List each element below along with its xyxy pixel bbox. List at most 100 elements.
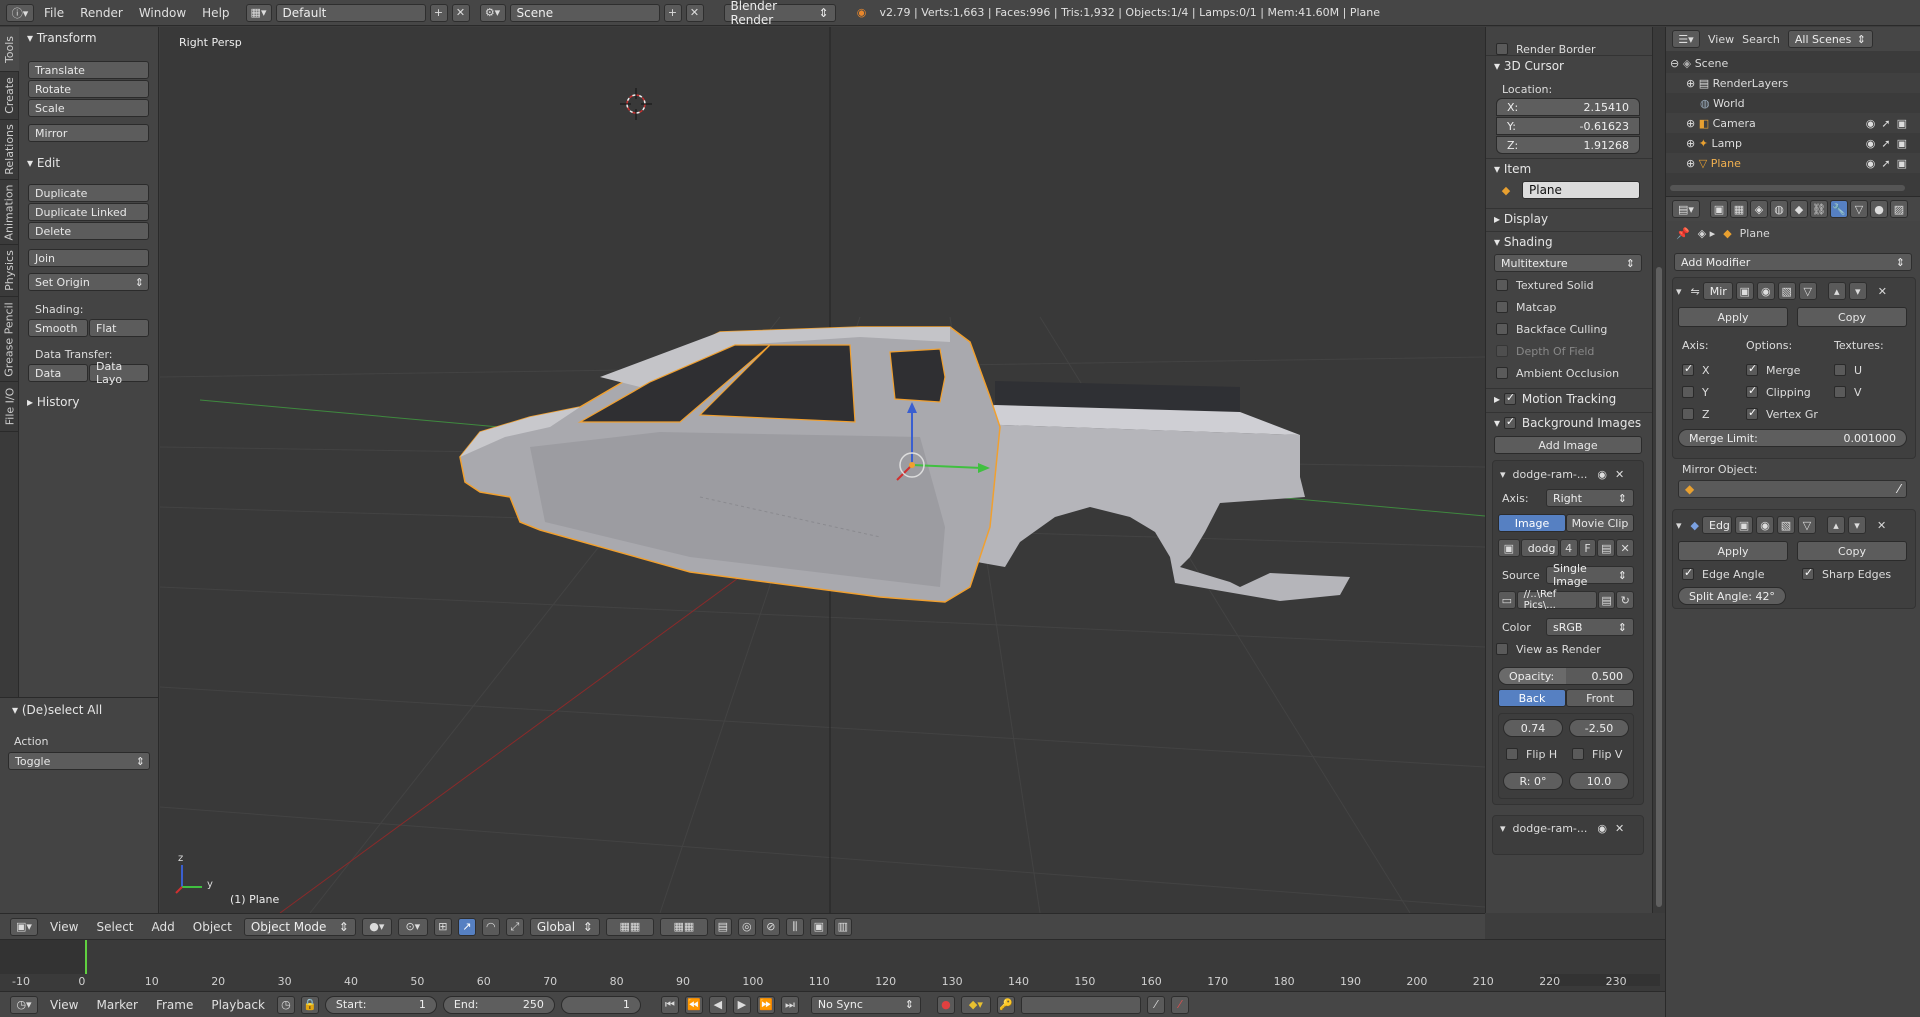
outliner-filter-select[interactable]: All Scenes ⇕ bbox=[1787, 30, 1873, 48]
collapse-icon[interactable]: ▾ bbox=[1676, 519, 1682, 532]
mirror-copy-button[interactable]: Copy bbox=[1797, 307, 1907, 327]
mirror-x-checkbox[interactable] bbox=[1682, 362, 1694, 376]
expand-icon[interactable]: ⊕ bbox=[1686, 77, 1699, 90]
keying-set-field[interactable] bbox=[1020, 995, 1141, 1014]
color-space-select[interactable]: sRGB ⇕ bbox=[1546, 618, 1634, 636]
shading-panel-header[interactable]: ▾ Shading bbox=[1486, 231, 1652, 251]
orientation-select[interactable]: Global ⇕ bbox=[529, 917, 600, 936]
cage-icon[interactable]: ▽ bbox=[1798, 516, 1816, 534]
duplicate-button[interactable]: Duplicate bbox=[28, 184, 149, 202]
record-icon[interactable]: ● bbox=[936, 995, 955, 1014]
render-border-checkbox[interactable] bbox=[1496, 43, 1508, 55]
mirror-y-checkbox[interactable] bbox=[1682, 386, 1694, 398]
expand-icon[interactable]: ⊕ bbox=[1686, 157, 1699, 170]
outliner-row-camera[interactable]: ⊕ ◧ Camera ◉➚▣ bbox=[1666, 113, 1920, 133]
mirror-z-checkbox[interactable] bbox=[1682, 408, 1694, 420]
mirror-apply-button[interactable]: Apply bbox=[1678, 307, 1788, 327]
current-frame-marker[interactable] bbox=[85, 940, 87, 974]
truck-model[interactable] bbox=[459, 326, 1350, 603]
edgesplit-copy-button[interactable]: Copy bbox=[1797, 541, 1907, 561]
outliner-editor-icon[interactable]: ☰▾ bbox=[1672, 30, 1700, 48]
3d-cursor-icon[interactable] bbox=[620, 88, 652, 120]
timeline-menu-playback[interactable]: Playback bbox=[205, 996, 271, 1014]
mirror-z-row[interactable]: Z bbox=[1682, 405, 1710, 423]
eyedropper-icon[interactable]: ⁄ bbox=[1898, 482, 1900, 496]
flat-button[interactable]: Flat bbox=[89, 319, 149, 337]
timeline-menu-view[interactable]: View bbox=[44, 996, 84, 1014]
scene-icon[interactable]: ⚙▾ bbox=[479, 3, 506, 22]
3d-cursor-panel-header[interactable]: ▾ 3D Cursor bbox=[1486, 55, 1652, 75]
timeline[interactable]: -10 0 10 20 30 40 50 60 70 80 90 100 110 120 130 140 150… bbox=[0, 939, 1665, 991]
ambient-occlusion-row[interactable]: Ambient Occlusion bbox=[1496, 364, 1619, 382]
cursor-y-field[interactable]: Y: -0.61623 bbox=[1496, 117, 1640, 135]
textured-solid-checkbox[interactable] bbox=[1496, 279, 1508, 291]
action-select[interactable]: Toggle ⇕ bbox=[8, 752, 150, 770]
tab-physics[interactable]: Physics bbox=[0, 245, 19, 297]
axis-select[interactable]: Right ⇕ bbox=[1546, 489, 1634, 507]
lock-layers-icon[interactable]: ▤ bbox=[713, 917, 732, 936]
viewport-shading-icon[interactable]: ●▾ bbox=[361, 917, 392, 936]
play-icon[interactable]: ▶ bbox=[732, 995, 751, 1014]
move-up-icon[interactable]: ▴ bbox=[1827, 516, 1845, 534]
outliner-menu-search[interactable]: Search bbox=[1742, 33, 1780, 46]
movie-clip-tab-button[interactable]: Movie Clip bbox=[1566, 514, 1634, 532]
collapse-icon[interactable]: ⊖ bbox=[1670, 57, 1683, 70]
bg-image-header[interactable]: ▾ dodge-ram-... ◉ ✕ bbox=[1500, 465, 1624, 483]
texture-v-row[interactable]: V bbox=[1834, 383, 1862, 401]
modifiers-tab-icon[interactable]: 🔧 bbox=[1830, 200, 1848, 218]
offset-x-field[interactable]: 0.74 bbox=[1503, 719, 1563, 737]
merge-checkbox[interactable] bbox=[1746, 362, 1758, 376]
end-frame-field[interactable]: End: 250 bbox=[442, 995, 555, 1014]
merge-row[interactable]: Merge bbox=[1746, 361, 1800, 379]
add-image-button[interactable]: Add Image bbox=[1494, 436, 1642, 454]
3d-viewport[interactable]: Right Persp z y (1) Plane bbox=[160, 27, 1485, 913]
translate-button[interactable]: Translate bbox=[28, 61, 149, 79]
add-modifier-select[interactable]: Add Modifier ⇕ bbox=[1674, 253, 1912, 271]
render-animation-icon[interactable]: ▥ bbox=[833, 917, 852, 936]
visibility-icons[interactable]: ◉➚▣ bbox=[1866, 137, 1913, 150]
image-browse-icon[interactable]: ▣ bbox=[1498, 539, 1520, 557]
render-tab-icon[interactable]: ▣ bbox=[1710, 200, 1728, 218]
history-panel-header[interactable]: ▸ History bbox=[19, 392, 80, 412]
transform-panel-header[interactable]: ▾ Transform bbox=[19, 28, 97, 48]
mode-select[interactable]: Object Mode ⇕ bbox=[243, 917, 356, 936]
sharp-edges-row[interactable]: Sharp Edges bbox=[1802, 565, 1891, 583]
front-button[interactable]: Front bbox=[1566, 689, 1634, 707]
viewport-scene[interactable] bbox=[160, 27, 1485, 913]
tab-tools[interactable]: Tools bbox=[0, 27, 19, 72]
current-frame-field[interactable]: 1 bbox=[560, 995, 641, 1014]
backface-culling-checkbox[interactable] bbox=[1496, 323, 1508, 335]
mirror-button[interactable]: Mirror bbox=[28, 124, 149, 142]
menu-object[interactable]: Object bbox=[187, 918, 238, 936]
set-origin-select[interactable]: Set Origin ⇕ bbox=[28, 273, 149, 291]
expand-icon[interactable]: ⊕ bbox=[1686, 117, 1699, 130]
outliner-menu-view[interactable]: View bbox=[1708, 33, 1734, 46]
outliner-row-plane[interactable]: ⊕ ▽ Plane ◉➚▣ bbox=[1666, 153, 1920, 173]
item-panel-header[interactable]: ▾ Item bbox=[1486, 158, 1652, 178]
tab-create[interactable]: Create bbox=[0, 72, 19, 120]
remove-modifier-icon[interactable]: ✕ bbox=[1878, 285, 1887, 298]
editor-type-icon[interactable]: ▣▾ bbox=[10, 917, 38, 936]
proportional-edit-icon[interactable]: ◎ bbox=[737, 917, 756, 936]
npanel-scrollbar[interactable] bbox=[1652, 27, 1665, 913]
split-angle-field[interactable]: Split Angle: 42° bbox=[1678, 587, 1786, 605]
menu-select[interactable]: Select bbox=[90, 918, 139, 936]
image-fake-user-button[interactable]: F bbox=[1578, 539, 1597, 557]
visibility-icons[interactable]: ◉➚▣ bbox=[1866, 157, 1913, 170]
operator-panel-header[interactable]: ▾ (De)select All bbox=[4, 700, 102, 720]
start-frame-field[interactable]: Start: 1 bbox=[324, 995, 437, 1014]
remove-layout-icon[interactable]: ✕ bbox=[451, 3, 470, 22]
pivot-point-icon[interactable]: ⊙▾ bbox=[397, 917, 428, 936]
smooth-button[interactable]: Smooth bbox=[28, 319, 88, 337]
image-tab-button[interactable]: Image bbox=[1498, 514, 1566, 532]
browse-folder-icon[interactable]: ▤ bbox=[1597, 591, 1616, 609]
edgesplit-apply-button[interactable]: Apply bbox=[1678, 541, 1788, 561]
texture-v-checkbox[interactable] bbox=[1834, 386, 1846, 398]
rotation-field[interactable]: R: 0° bbox=[1503, 772, 1563, 790]
reload-image-icon[interactable]: ↻ bbox=[1616, 591, 1635, 609]
mirror-modifier-name[interactable]: Mir bbox=[1702, 282, 1733, 300]
timeline-menu-frame[interactable]: Frame bbox=[150, 996, 199, 1014]
visibility-icons[interactable]: ◉➚▣ bbox=[1866, 117, 1913, 130]
snap-element-icon[interactable]: ⫼ bbox=[785, 917, 804, 936]
texture-tab-icon[interactable]: ▨ bbox=[1890, 200, 1908, 218]
